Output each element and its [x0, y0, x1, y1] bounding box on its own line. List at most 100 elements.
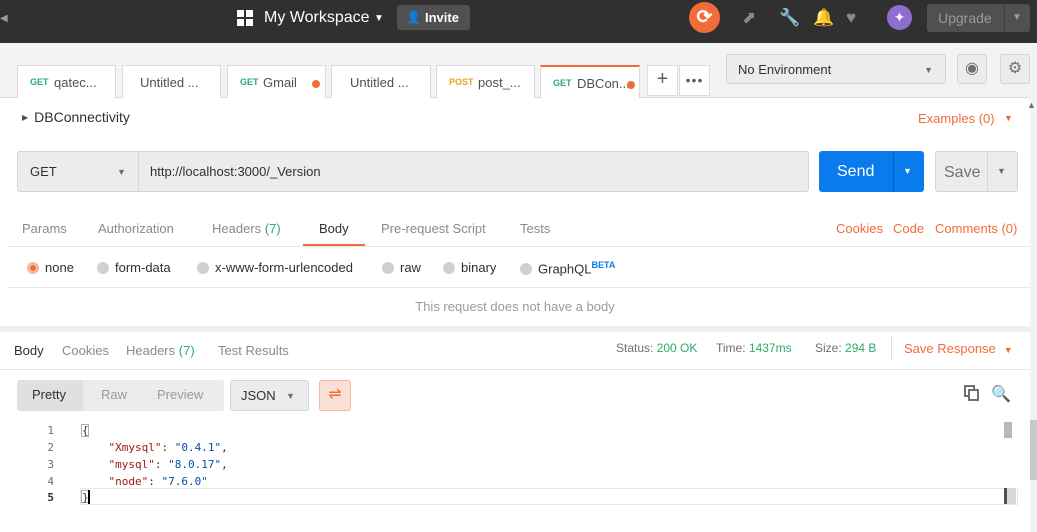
radio-binary[interactable]: binary [443, 260, 496, 275]
method-label: GET [30, 164, 57, 179]
headers-count: (7) [264, 221, 281, 236]
json-value: "8.0.17" [168, 458, 222, 471]
format-raw-button[interactable]: Raw [101, 387, 127, 402]
satellite-icon[interactable]: ⬈ [742, 8, 756, 28]
divider [1004, 4, 1005, 32]
json-value: "7.6.0" [161, 475, 208, 488]
tab-prerequest-script[interactable]: Pre-request Script [381, 221, 486, 236]
size-value: 294 B [845, 341, 877, 355]
top-bar: ◀ My Workspace ▼ 👤 Invite ⟳ ⬈ 🔧 🔔 ♥ ✦ Up… [0, 0, 1037, 43]
request-tab-active[interactable]: GET DBCon... [540, 65, 640, 98]
send-button[interactable]: Send ▼ [819, 151, 924, 192]
line-number: 5 [47, 491, 54, 504]
save-response-dropdown[interactable]: Save Response ▼ [904, 341, 1013, 356]
sync-icon[interactable]: ⟳ [689, 2, 720, 33]
invite-label: Invite [425, 10, 459, 25]
cookies-link[interactable]: Cookies [836, 221, 883, 236]
chevron-down-icon[interactable]: ▼ [1012, 12, 1022, 23]
response-tab-headers[interactable]: Headers (7) [126, 343, 195, 358]
send-label: Send [837, 163, 875, 180]
request-tab[interactable]: POST post_... [436, 65, 535, 98]
empty-body-message: This request does not have a body [415, 299, 615, 314]
invite-button[interactable]: 👤 Invite [397, 5, 470, 30]
unsaved-dot [627, 81, 635, 89]
response-tab-body[interactable]: Body [14, 343, 44, 358]
response-divider[interactable] [0, 326, 1037, 332]
time-value: 1437ms [748, 341, 792, 355]
environment-select[interactable]: No Environment ▼ [726, 54, 946, 84]
method-badge: GET [240, 77, 259, 87]
request-name: DBConnectivity [34, 109, 130, 125]
request-tab[interactable]: Untitled ... [122, 65, 221, 98]
method-select[interactable]: GET ▼ [17, 151, 139, 192]
search-icon[interactable]: 🔍 [991, 384, 1011, 404]
beta-badge: BETA [591, 260, 616, 270]
caret-up-icon[interactable]: ▲ [1027, 100, 1036, 110]
unsaved-dot [312, 80, 320, 88]
scroll-marker [1004, 422, 1012, 438]
workspace-selector[interactable]: My Workspace [264, 9, 370, 27]
sidebar-toggle[interactable]: ◀ [0, 0, 9, 43]
upgrade-button[interactable]: Upgrade ▼ [927, 4, 1030, 32]
radio-indicator [520, 263, 532, 276]
format-pretty-button[interactable]: Pretty [32, 387, 66, 402]
request-tab[interactable]: Untitled ... [331, 65, 431, 98]
heart-icon[interactable]: ♥ [846, 8, 856, 28]
wrench-icon[interactable]: 🔧 [779, 8, 800, 28]
tab-label: qatec... [54, 75, 97, 90]
bell-icon[interactable]: 🔔 [813, 8, 834, 28]
tab-label: Untitled ... [140, 75, 199, 90]
method-badge: GET [553, 78, 572, 88]
radio-label: binary [461, 260, 497, 275]
more-tabs-button[interactable]: ••• [679, 65, 710, 96]
status-label: Status: [616, 341, 654, 355]
divider [987, 152, 988, 191]
response-tab-cookies[interactable]: Cookies [62, 343, 109, 358]
radio-urlencoded[interactable]: x-www-form-urlencoded [197, 260, 353, 275]
radio-none[interactable]: none [27, 260, 74, 275]
chevron-down-icon[interactable]: ▼ [903, 166, 912, 176]
environment-label: No Environment [738, 62, 832, 77]
url-input[interactable]: http://localhost:3000/_Version [138, 151, 809, 192]
chevron-down-icon[interactable]: ▼ [997, 166, 1006, 176]
new-tab-button[interactable]: + [647, 65, 678, 96]
code-line: "node": "7.6.0" [108, 475, 208, 488]
request-tab[interactable]: GET qatec... [17, 65, 116, 98]
radio-label: GraphQL [538, 261, 592, 277]
chevron-left-icon: ◀ [0, 13, 8, 24]
language-select[interactable]: JSON ▼ [230, 380, 309, 411]
tabs-bar: GET qatec... Untitled ... GET Gmail Unti… [0, 43, 1037, 98]
radio-form-data[interactable]: form-data [97, 260, 171, 275]
wrap-lines-icon[interactable]: ⇌ [319, 380, 351, 411]
divider [893, 151, 894, 192]
request-tab[interactable]: GET Gmail [227, 65, 326, 98]
workspace-grid-icon [237, 10, 253, 26]
tab-params[interactable]: Params [22, 221, 67, 236]
tab-body[interactable]: Body [319, 221, 349, 236]
examples-dropdown[interactable]: Examples (0) ▼ [918, 111, 1013, 126]
line-number: 2 [47, 441, 54, 454]
upgrade-label: Upgrade [938, 10, 992, 26]
request-title[interactable]: ▶ DBConnectivity [22, 109, 130, 125]
format-preview-button[interactable]: Preview [157, 387, 203, 402]
tab-tests[interactable]: Tests [520, 221, 550, 236]
copy-icon[interactable] [964, 385, 980, 401]
gear-icon[interactable]: ⚙ [1000, 54, 1030, 84]
response-tab-test-results[interactable]: Test Results [218, 343, 289, 358]
json-value: "0.4.1" [174, 441, 222, 454]
chevron-down-icon[interactable]: ▼ [374, 13, 384, 24]
scrollbar-thumb[interactable] [1030, 420, 1037, 480]
save-button[interactable]: Save ▼ [935, 151, 1018, 192]
radio-graphql[interactable]: GraphQLBETA [520, 260, 615, 276]
tab-headers[interactable]: Headers (7) [212, 221, 281, 236]
avatar[interactable]: ✦ [887, 5, 912, 30]
comments-link[interactable]: Comments (0) [935, 221, 1017, 236]
radio-raw[interactable]: raw [382, 260, 421, 275]
divider [8, 246, 1030, 247]
tab-authorization[interactable]: Authorization [98, 221, 174, 236]
eye-icon[interactable]: ◉ [957, 54, 987, 84]
language-label: JSON [241, 388, 276, 403]
method-badge: POST [449, 77, 474, 87]
examples-label: Examples (0) [918, 111, 995, 126]
code-link[interactable]: Code [893, 221, 924, 236]
